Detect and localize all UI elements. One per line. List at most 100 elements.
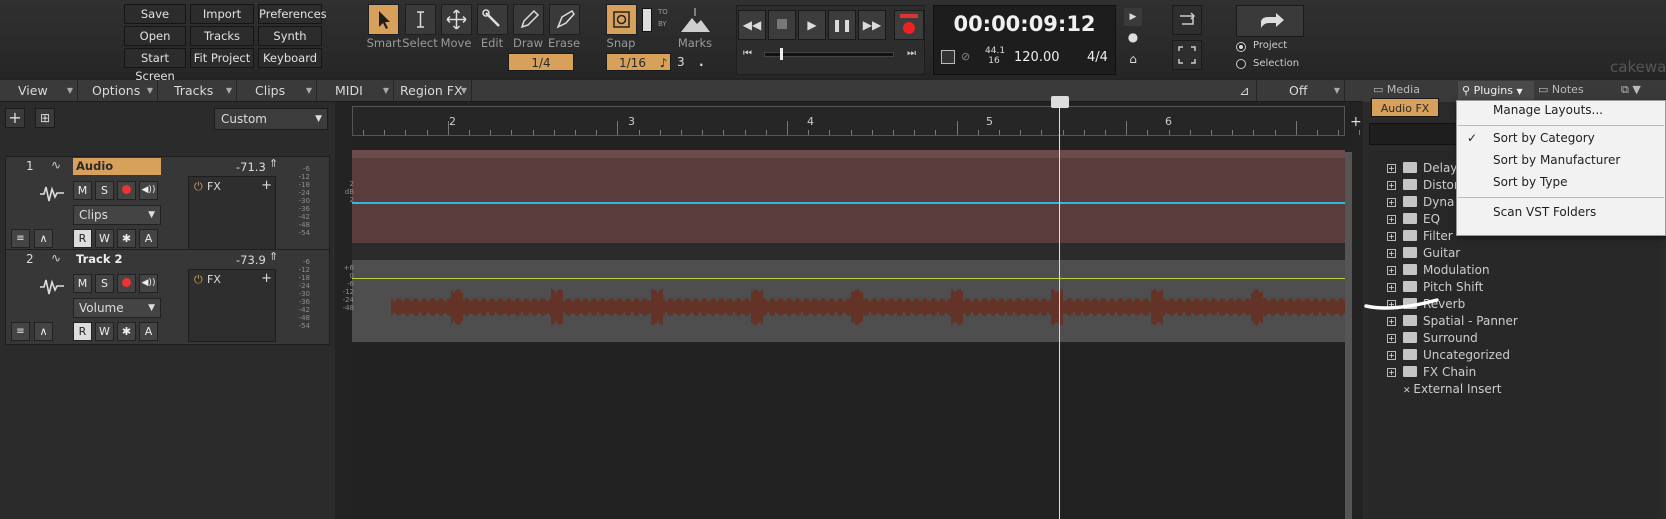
expand-icon[interactable]: + [1387, 334, 1396, 343]
play-button[interactable]: ▶ [798, 10, 826, 40]
go-to-start-icon[interactable]: ⏮ [743, 48, 752, 59]
edit-tool-button[interactable] [477, 4, 508, 35]
write-automation-button[interactable]: W [95, 229, 114, 248]
curve-tool-icon[interactable]: ⊿ [1233, 80, 1257, 101]
track-lane-dropdown[interactable]: Clips ▼ [73, 205, 161, 225]
tempo-readout[interactable]: 120.00 [1014, 50, 1060, 65]
punch-button[interactable] [1172, 40, 1202, 70]
record-arm-button[interactable] [117, 274, 136, 293]
read-automation-button[interactable]: R [73, 229, 92, 248]
record-button[interactable] [894, 10, 924, 40]
dropout-icon[interactable]: ⊘ [961, 50, 977, 64]
audio-clip[interactable] [352, 150, 1345, 243]
plugin-category-modulation[interactable]: + Modulation [1387, 262, 1490, 278]
track-view-preset-dropdown[interactable]: Custom ▼ [214, 108, 328, 130]
zoom-plus-icon[interactable]: + [1350, 114, 1362, 130]
power-icon[interactable]: ⏻ [194, 180, 203, 194]
selection-radio[interactable] [1236, 59, 1246, 69]
open-button[interactable]: Open [124, 26, 186, 46]
sample-rate-readout[interactable]: 44.1 16 [985, 46, 1005, 66]
archive-button[interactable]: A [139, 229, 158, 248]
transport-scrub-bar[interactable] [764, 52, 894, 57]
fast-forward-button[interactable]: ▶▶ [858, 10, 886, 40]
track-name-field[interactable]: Track 2 [73, 251, 161, 268]
input-echo-button[interactable]: ◀)) [139, 181, 158, 200]
snap-value-dropdown[interactable]: 1/4 [508, 53, 574, 71]
plugin-category-distor[interactable]: + Distor [1387, 177, 1459, 193]
tracks-button[interactable]: Tracks [190, 26, 254, 46]
plugin-category-external-insert[interactable]: ✕ External Insert [1403, 381, 1501, 397]
fx-bin[interactable]: ⏻ FX + [188, 176, 276, 253]
view-menu[interactable]: View ▼ [6, 80, 78, 101]
add-fx-icon[interactable]: + [261, 271, 272, 286]
lanes-toggle-icon[interactable]: ≡ [11, 229, 30, 248]
stop-button[interactable] [768, 10, 796, 40]
solo-button[interactable]: S [95, 274, 114, 293]
mute-button[interactable]: M [73, 181, 92, 200]
expand-icon[interactable]: + [1387, 351, 1396, 360]
tab-plugins[interactable]: ⚲ Plugins ▼ [1458, 81, 1534, 101]
tab-media[interactable]: ▭ Media [1373, 83, 1420, 96]
loop-button[interactable] [1172, 5, 1202, 35]
input-echo-button[interactable]: ◀)) [139, 274, 158, 293]
mute-button[interactable]: M [73, 274, 92, 293]
start-screen-button[interactable]: Start Screen [124, 48, 186, 83]
keyboard-button[interactable]: Keyboard [258, 48, 322, 68]
clip-gain-line[interactable] [352, 202, 1345, 204]
timeline-ruler[interactable]: 2 3 4 5 6 [352, 106, 1530, 136]
project-radio[interactable] [1236, 42, 1246, 52]
plugin-category-delay[interactable]: + Delay [1387, 160, 1457, 176]
import-button[interactable]: Import [190, 4, 254, 24]
erase-tool-button[interactable] [549, 4, 580, 35]
draw-tool-button[interactable] [513, 4, 544, 35]
snap-offset-dropdown[interactable]: Off ▼ [1259, 80, 1345, 101]
freeze-button[interactable]: ✱ [117, 229, 136, 248]
volume-arrows-icon[interactable]: ⇑ [269, 250, 278, 263]
record-mode-icon[interactable]: ● [1124, 30, 1142, 48]
expand-icon[interactable]: + [1387, 249, 1396, 258]
expand-icon[interactable]: + [1387, 266, 1396, 275]
freeze-button[interactable]: ✱ [117, 322, 136, 341]
save-button[interactable]: Save [124, 4, 186, 24]
move-tool-button[interactable] [441, 4, 472, 35]
power-icon[interactable]: ⏻ [194, 273, 203, 287]
plugin-category-filter[interactable]: + Filter [1387, 228, 1453, 244]
now-time-cursor[interactable] [1059, 102, 1060, 519]
expand-icon[interactable]: + [1387, 283, 1396, 292]
plugin-category-surround[interactable]: + Surround [1387, 330, 1478, 346]
volume-arrows-icon[interactable]: ⇑ [269, 157, 278, 170]
sort-by-category-item[interactable]: Sort by Category [1493, 131, 1595, 145]
smart-tool-button[interactable] [368, 4, 399, 35]
plugin-category-uncategorized[interactable]: + Uncategorized [1387, 347, 1510, 363]
fit-project-button[interactable]: Fit Project [190, 48, 254, 68]
expand-icon[interactable]: + [1387, 368, 1396, 377]
track-2[interactable]: 2 ∿ Track 2 -73.9 ⇑ M S ◀)) Volume ▼ R W … [5, 249, 330, 345]
export-button[interactable] [1236, 5, 1304, 37]
manage-layouts-item[interactable]: Manage Layouts... [1493, 103, 1603, 117]
archive-button[interactable]: A [139, 322, 158, 341]
expand-icon[interactable]: + [1387, 317, 1396, 326]
options-menu[interactable]: Options ▼ [80, 80, 158, 101]
plugin-category-dyna[interactable]: + Dyna [1387, 194, 1454, 210]
vertical-scrollbar[interactable] [1345, 152, 1352, 519]
solo-button[interactable]: S [95, 181, 114, 200]
preferences-button[interactable]: Preferences [258, 4, 327, 24]
scan-vst-folders-item[interactable]: Scan VST Folders [1493, 205, 1596, 219]
lanes-toggle-icon[interactable]: ≡ [11, 322, 30, 341]
snap-resolution-dropdown[interactable]: 1/16 ♪ [606, 53, 671, 71]
add-folder-button[interactable]: ⊞ [35, 108, 55, 128]
meter-readout[interactable]: 4/4 [1087, 50, 1108, 65]
go-to-end-icon[interactable]: ⏭ [907, 48, 916, 59]
fx-bin[interactable]: ⏻ FX + [188, 269, 276, 342]
clips-menu[interactable]: Clips ▼ [239, 80, 317, 101]
expand-icon[interactable]: + [1387, 198, 1396, 207]
rewind-button[interactable]: ◀◀ [738, 10, 766, 40]
audio-fx-tab[interactable]: Audio FX [1371, 98, 1439, 117]
sort-by-manufacturer-item[interactable]: Sort by Manufacturer [1493, 153, 1620, 167]
automation-lane-icon[interactable]: ∧ [34, 229, 53, 248]
sort-by-type-item[interactable]: Sort by Type [1493, 175, 1568, 189]
select-tool-button[interactable] [405, 4, 436, 35]
now-time-marker[interactable] [1051, 96, 1069, 108]
add-track-button[interactable]: + [5, 108, 25, 128]
plugin-category-guitar[interactable]: + Guitar [1387, 245, 1460, 261]
